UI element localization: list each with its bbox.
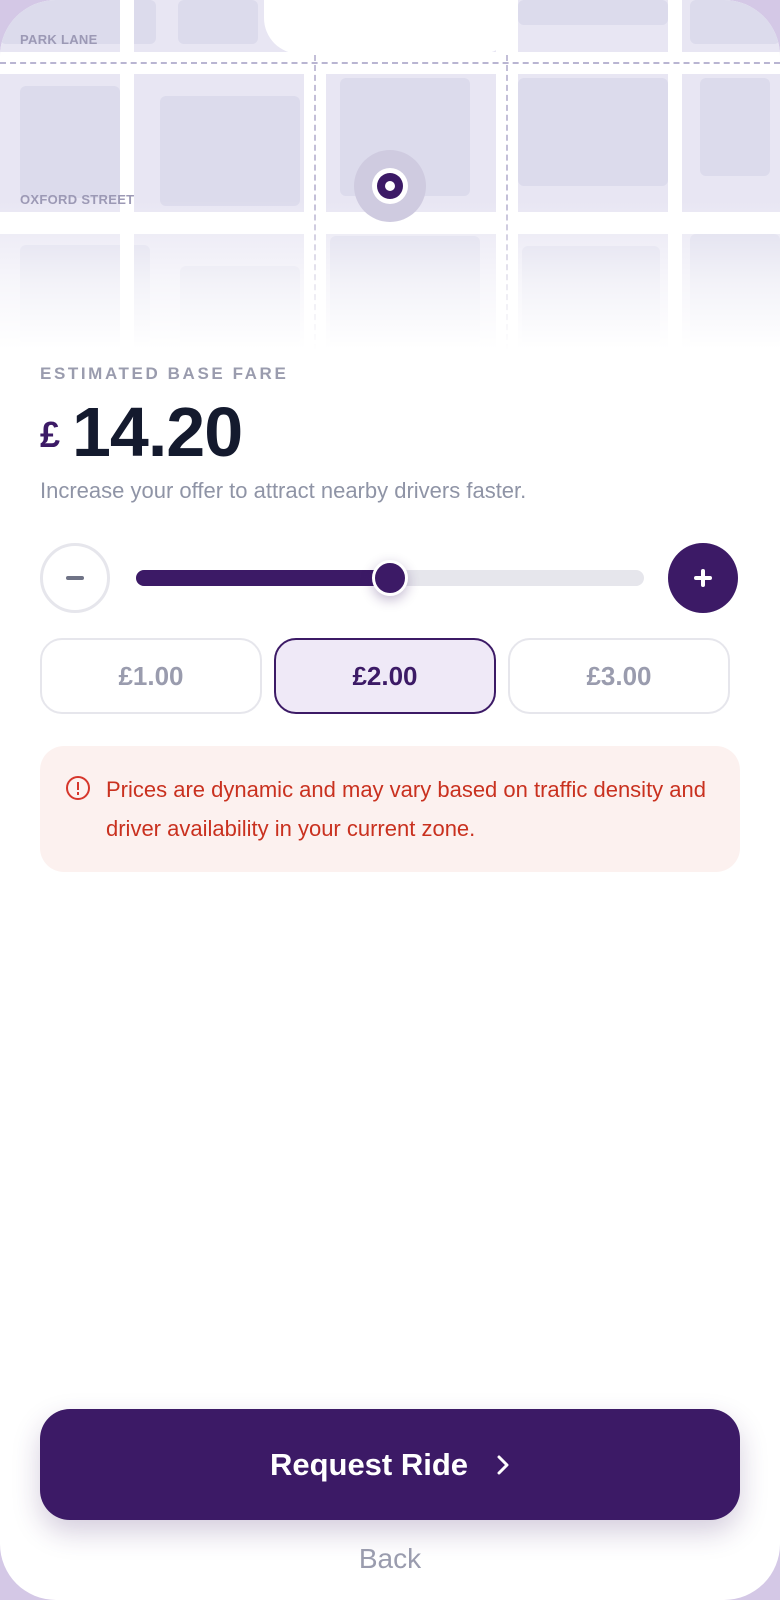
alert-circle-icon (66, 776, 90, 800)
offer-slider-handle[interactable] (372, 560, 408, 596)
request-ride-label: Request Ride (269, 1446, 469, 1482)
map-fade (0, 200, 780, 350)
device-notch (264, 0, 516, 54)
offer-slider-fill (136, 570, 390, 586)
fare-hint: Increase your offer to attract nearby dr… (40, 478, 527, 503)
map-block (700, 78, 770, 176)
map-view[interactable]: PARK LANE OXFORD STREET (0, 0, 780, 350)
pricing-notice: Prices are dynamic and may vary based on… (40, 746, 740, 872)
fare-amount: 14.20 (72, 393, 243, 471)
decrease-offer-button[interactable] (40, 543, 110, 613)
fare-currency: £ (40, 414, 61, 455)
map-block (518, 78, 668, 186)
street-label: PARK LANE (20, 32, 98, 47)
map-block (160, 96, 300, 206)
chevron-right-icon (496, 1454, 510, 1476)
request-ride-button[interactable]: Request Ride (40, 1409, 740, 1520)
map-block (518, 0, 668, 25)
minus-icon (66, 576, 84, 580)
plus-icon (694, 569, 712, 587)
map-block (178, 0, 258, 44)
map-block (690, 0, 780, 44)
increment-options: £1.00 £2.00 £3.00 (40, 638, 740, 714)
increment-chip-3[interactable]: £3.00 (508, 638, 730, 714)
pricing-notice-text: Prices are dynamic and may vary based on… (106, 777, 707, 841)
street-label: OXFORD STREET (20, 192, 135, 207)
increase-offer-button[interactable] (668, 543, 738, 613)
map-lane-marking (0, 62, 780, 64)
increment-chip-2[interactable]: £2.00 (274, 638, 496, 714)
increment-chip-1[interactable]: £1.00 (40, 638, 262, 714)
back-link[interactable]: Back (0, 1543, 780, 1575)
map-block (20, 86, 120, 198)
fare-label: ESTIMATED BASE FARE (40, 364, 289, 383)
app-screen: PARK LANE OXFORD STREET ESTIMATED BASE F… (0, 0, 780, 1600)
